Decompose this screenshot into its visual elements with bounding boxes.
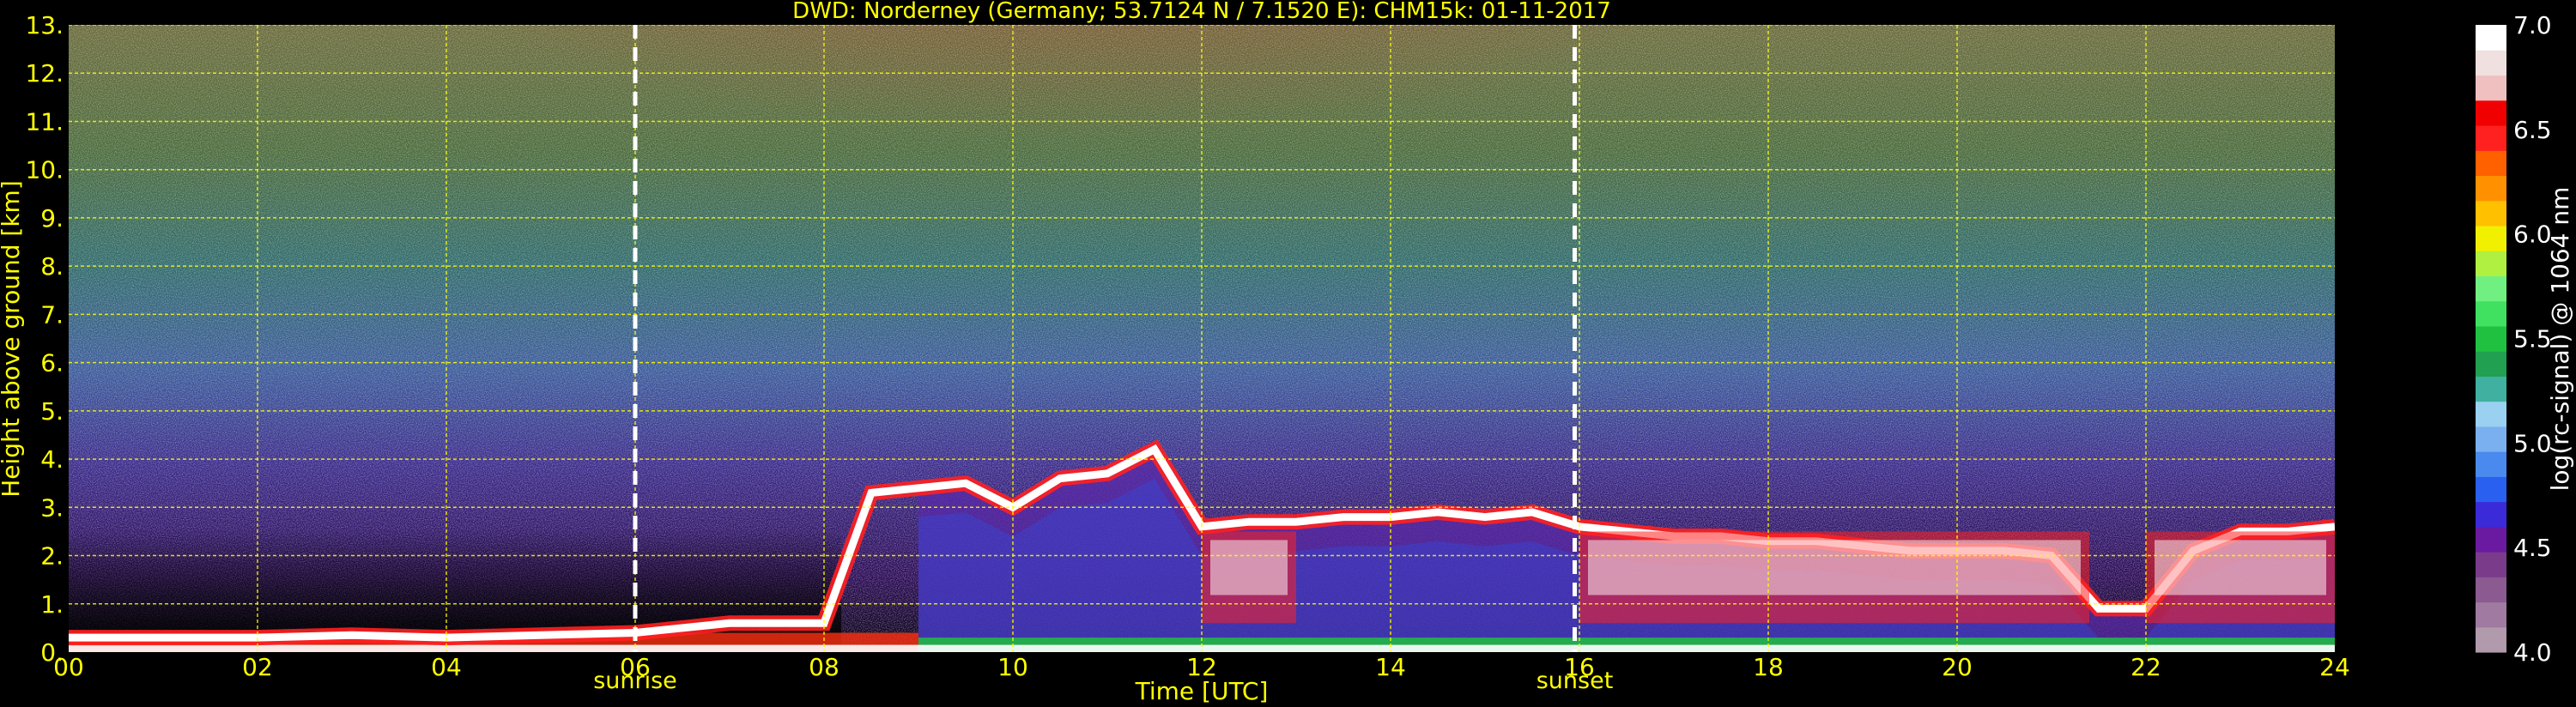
colorbar-tick-label: 7.0 [2513, 11, 2552, 39]
x-tick-label: 04 [431, 653, 462, 681]
x-tick-label: 20 [1942, 653, 1973, 681]
sunrise-label: sunrise [593, 668, 677, 694]
cloud-block-core [1588, 540, 2081, 595]
colorbar-segment [2476, 300, 2506, 327]
colorbar-segment [2476, 275, 2506, 302]
x-tick-label: 18 [1753, 653, 1784, 681]
x-tick-label: 22 [2131, 653, 2161, 681]
y-tick-label: 8. [40, 252, 64, 281]
colorbar-segment [2476, 451, 2506, 477]
colorbar-label: log(rc-signal) @ 1064 nm [2546, 187, 2574, 492]
colorbar-segment [2476, 476, 2506, 503]
colorbar-segment [2476, 251, 2506, 276]
colorbar-segment [2476, 100, 2506, 126]
colorbar-segment [2476, 501, 2506, 528]
colorbar-tick-label: 4.0 [2513, 638, 2552, 667]
lidar-chart: DWD: Norderney (Germany; 53.7124 N / 7.1… [0, 0, 2574, 705]
colorbar-segment [2476, 200, 2506, 227]
colorbar-segment [2476, 552, 2506, 577]
colorbar-tick-label: 4.5 [2513, 534, 2552, 562]
colorbar-segment [2476, 25, 2506, 51]
y-tick-label: 9. [40, 204, 64, 233]
y-tick-label: 2. [40, 542, 64, 571]
colorbar-segment [2476, 426, 2506, 452]
x-tick-label: 10 [997, 653, 1028, 681]
colorbar-segment [2476, 225, 2506, 251]
x-tick-label: 08 [809, 653, 839, 681]
y-axis-label: Height above ground [km] [0, 180, 25, 498]
colorbar-segment [2476, 75, 2506, 101]
colorbar-segment [2476, 626, 2506, 653]
colorbar-segment [2476, 150, 2506, 177]
colorbar-segment [2476, 50, 2506, 76]
y-tick-label: 1. [40, 590, 64, 619]
y-tick-label: 4. [40, 445, 64, 474]
y-tick-label: 5. [40, 397, 64, 426]
colorbar-segment [2476, 577, 2506, 603]
colorbar-segment [2476, 351, 2506, 377]
y-tick-label: 3. [40, 493, 64, 522]
x-tick-label: 24 [2319, 653, 2350, 681]
x-tick-label: 02 [242, 653, 273, 681]
y-tick-label: 10. [25, 156, 64, 184]
y-tick-labels: 0.1.2.3.4.5.6.7.8.9.10.11.12.13. [25, 11, 64, 667]
plot-area [69, 25, 2335, 652]
cloud-block-core [1210, 540, 1288, 595]
y-tick-label: 7. [40, 300, 64, 329]
colorbar-segment [2476, 124, 2506, 151]
cloud-block-core [2155, 540, 2326, 595]
x-tick-label: 14 [1375, 653, 1406, 681]
colorbar-tick-label: 6.5 [2513, 116, 2552, 144]
y-tick-label: 11. [25, 107, 64, 136]
colorbar-segment [2476, 601, 2506, 628]
sun-annotations: sunrise sunset [593, 668, 1613, 694]
colorbar-segment [2476, 325, 2506, 352]
chart-title: DWD: Norderney (Germany; 53.7124 N / 7.1… [792, 0, 1611, 24]
colorbar-segment [2476, 376, 2506, 402]
x-tick-label: 00 [53, 653, 84, 681]
x-axis-label: Time [UTC] [1135, 677, 1269, 705]
colorbar-segment [2476, 175, 2506, 202]
y-tick-label: 6. [40, 349, 64, 378]
colorbar [2476, 25, 2506, 653]
colorbar-segment [2476, 526, 2506, 553]
y-tick-label: 12. [25, 59, 64, 88]
sunset-label: sunset [1537, 668, 1614, 694]
colorbar-segment [2476, 401, 2506, 427]
y-tick-label: 13. [25, 11, 64, 39]
